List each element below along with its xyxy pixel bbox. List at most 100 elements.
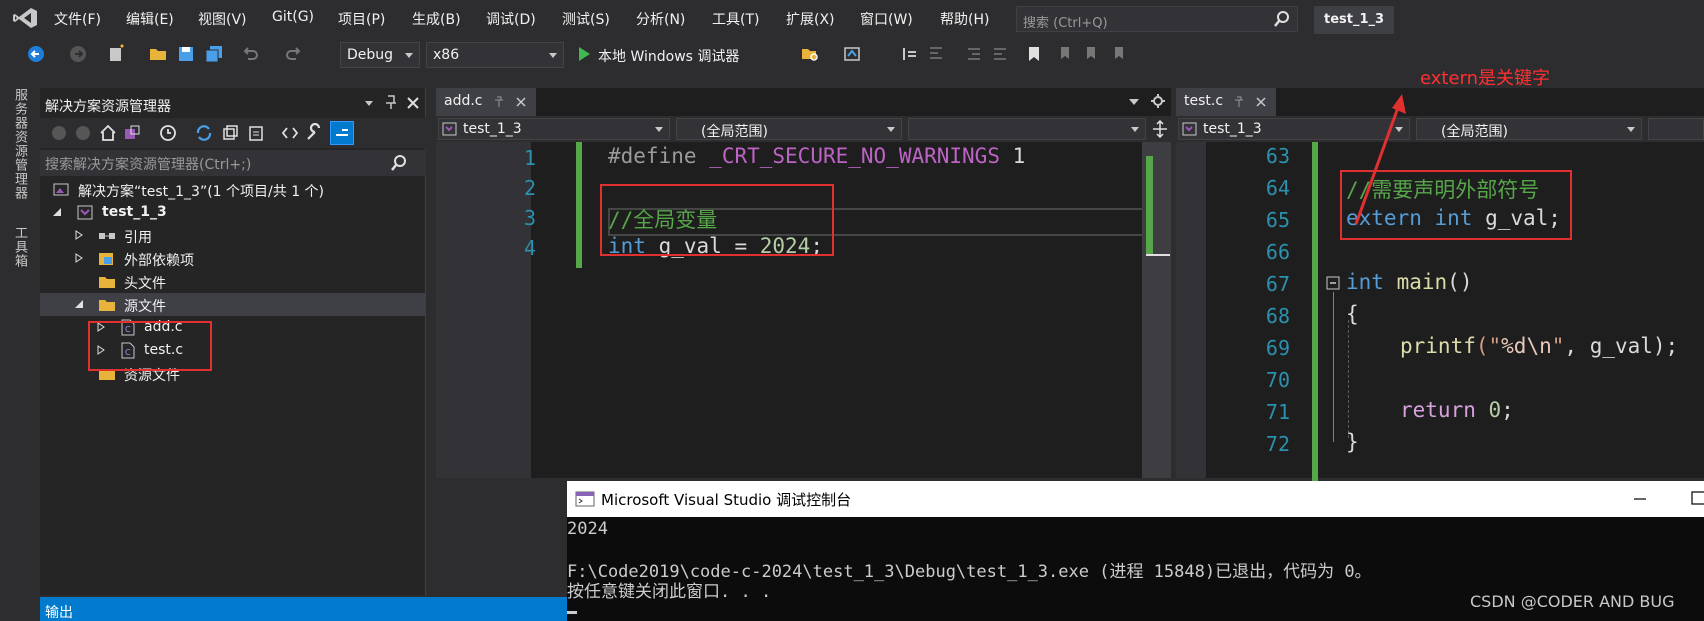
indent-icon[interactable]	[964, 44, 984, 64]
pending-changes-icon[interactable]	[158, 123, 178, 143]
line-number: 67	[1265, 272, 1290, 296]
undo-icon[interactable]	[240, 44, 260, 64]
code-line-72[interactable]: }	[1346, 430, 1359, 454]
browser-link-icon[interactable]	[842, 44, 862, 64]
tree-solution-root[interactable]: 解决方案“test_1_3”(1 个项目/共 1 个)	[40, 178, 426, 201]
prev-bookmark-icon[interactable]	[1054, 44, 1074, 64]
maximize-icon[interactable]	[1691, 491, 1704, 505]
new-project-icon[interactable]	[106, 44, 126, 64]
code-line-68[interactable]: {	[1346, 302, 1359, 326]
console-title-bar[interactable]: Microsoft Visual Studio 调试控制台	[567, 481, 1704, 517]
forward-icon[interactable]	[74, 124, 92, 142]
bookmark-icon[interactable]	[1024, 44, 1044, 64]
step-out-icon[interactable]	[926, 44, 946, 64]
step-icon[interactable]	[900, 44, 920, 64]
tree-header-files[interactable]: 头文件	[40, 270, 426, 293]
home-icon[interactable]	[98, 123, 118, 143]
forward-icon[interactable]	[68, 44, 88, 64]
preview-selected-button[interactable]	[330, 121, 354, 145]
code-view-icon[interactable]	[280, 123, 300, 143]
global-scope-dropdown[interactable]: (全局范围)	[1416, 118, 1642, 140]
split-editor-icon[interactable]	[1152, 120, 1168, 138]
tree-source-files[interactable]: 源文件	[40, 293, 426, 316]
menu-tools[interactable]: 工具(T)	[712, 9, 759, 29]
minimize-icon[interactable]	[1633, 493, 1647, 505]
close-icon[interactable]	[1256, 97, 1266, 107]
global-scope-dropdown[interactable]: (全局范围)	[676, 118, 902, 140]
code-line-1[interactable]: #define _CRT_SECURE_NO_WARNINGS 1	[608, 144, 1025, 168]
keyword-return: return	[1400, 398, 1476, 422]
member-scope-dropdown[interactable]	[1648, 118, 1704, 140]
menu-help[interactable]: 帮助(H)	[940, 9, 989, 29]
pin-icon[interactable]	[494, 96, 504, 108]
pin-icon[interactable]	[1234, 96, 1244, 108]
tree-references[interactable]: 引用	[40, 224, 426, 247]
next-bookmark-icon[interactable]	[1082, 44, 1102, 64]
menu-window[interactable]: 窗口(W)	[860, 9, 913, 29]
tab-add-c[interactable]: add.c	[436, 88, 536, 116]
close-icon[interactable]	[516, 97, 526, 107]
member-scope-dropdown[interactable]	[908, 118, 1146, 140]
server-explorer-tab[interactable]: 服务器资源管理器	[10, 88, 29, 200]
menu-build[interactable]: 生成(B)	[412, 9, 461, 29]
scrollbar-change-marker	[1146, 156, 1153, 256]
menu-extensions[interactable]: 扩展(X)	[786, 9, 835, 29]
tree-external-deps[interactable]: 外部依赖项	[40, 247, 426, 270]
menu-view[interactable]: 视图(V)	[198, 9, 247, 29]
project-scope-dropdown[interactable]: test_1_3	[438, 118, 670, 140]
output-panel-header[interactable]: 输出	[40, 597, 567, 621]
gear-icon[interactable]	[1150, 93, 1166, 109]
switch-views-icon[interactable]	[122, 123, 142, 143]
expanded-arrow-icon[interactable]	[74, 299, 84, 309]
collapsed-arrow-icon[interactable]	[74, 253, 84, 263]
sync-icon[interactable]	[194, 123, 214, 143]
menu-analyze[interactable]: 分析(N)	[636, 9, 685, 29]
collapse-all-icon[interactable]	[220, 123, 240, 143]
margin-gutter	[1176, 142, 1206, 478]
open-folder-icon[interactable]	[148, 44, 168, 64]
platform-dropdown[interactable]: x86	[426, 42, 564, 68]
save-all-icon[interactable]	[204, 44, 224, 64]
navigation-bar: test_1_3 (全局范围)	[1176, 116, 1704, 142]
project-scope-value: test_1_3	[463, 121, 522, 137]
code-line-71[interactable]: return 0;	[1400, 398, 1514, 422]
code-line-69[interactable]: printf("%d\n", g_val);	[1400, 334, 1678, 358]
search-input[interactable]: 搜索 (Ctrl+Q)	[1016, 6, 1298, 32]
start-debugging-button[interactable]: 本地 Windows 调试器	[598, 46, 739, 66]
global-scope-value: (全局范围)	[701, 124, 768, 140]
back-icon[interactable]	[26, 44, 46, 64]
menu-project[interactable]: 项目(P)	[338, 9, 385, 29]
back-icon[interactable]	[50, 124, 68, 142]
tab-test-c[interactable]: test.c	[1176, 88, 1276, 116]
properties-wrench-icon[interactable]	[304, 123, 324, 143]
collapse-outline-icon[interactable]	[1326, 276, 1340, 290]
show-all-files-icon[interactable]	[246, 123, 266, 143]
configuration-dropdown[interactable]: Debug	[340, 42, 420, 68]
save-icon[interactable]	[176, 44, 196, 64]
pin-icon[interactable]	[384, 94, 398, 110]
menu-edit[interactable]: 编辑(E)	[126, 9, 174, 29]
code-line-67[interactable]: int main()	[1346, 270, 1472, 294]
find-in-files-icon[interactable]	[800, 44, 820, 64]
menu-debug[interactable]: 调试(D)	[486, 9, 536, 29]
dropdown-icon[interactable]	[362, 96, 376, 110]
start-debugging-icon[interactable]	[574, 44, 594, 64]
macro-value: 1	[1012, 144, 1026, 168]
close-icon[interactable]	[406, 96, 420, 110]
menu-test[interactable]: 测试(S)	[562, 9, 610, 29]
solution-search-input[interactable]: 搜索解决方案资源管理器(Ctrl+;)	[40, 150, 426, 176]
clear-bookmarks-icon[interactable]	[1110, 44, 1130, 64]
redo-icon[interactable]	[284, 44, 304, 64]
parens: ()	[1447, 270, 1473, 294]
tree-project[interactable]: test_1_3	[40, 201, 426, 224]
line-number: 63	[1265, 144, 1290, 168]
menu-git[interactable]: Git(G)	[272, 9, 314, 25]
toolbox-tab[interactable]: 工具箱	[10, 226, 29, 268]
vertical-scrollbar[interactable]	[1142, 142, 1171, 478]
outdent-icon[interactable]	[990, 44, 1010, 64]
tab-list-dropdown-icon[interactable]	[1128, 97, 1140, 107]
expanded-arrow-icon[interactable]	[52, 207, 62, 217]
menu-file[interactable]: 文件(F)	[54, 9, 101, 29]
collapsed-arrow-icon[interactable]	[74, 230, 84, 240]
project-scope-value: test_1_3	[1203, 121, 1262, 137]
